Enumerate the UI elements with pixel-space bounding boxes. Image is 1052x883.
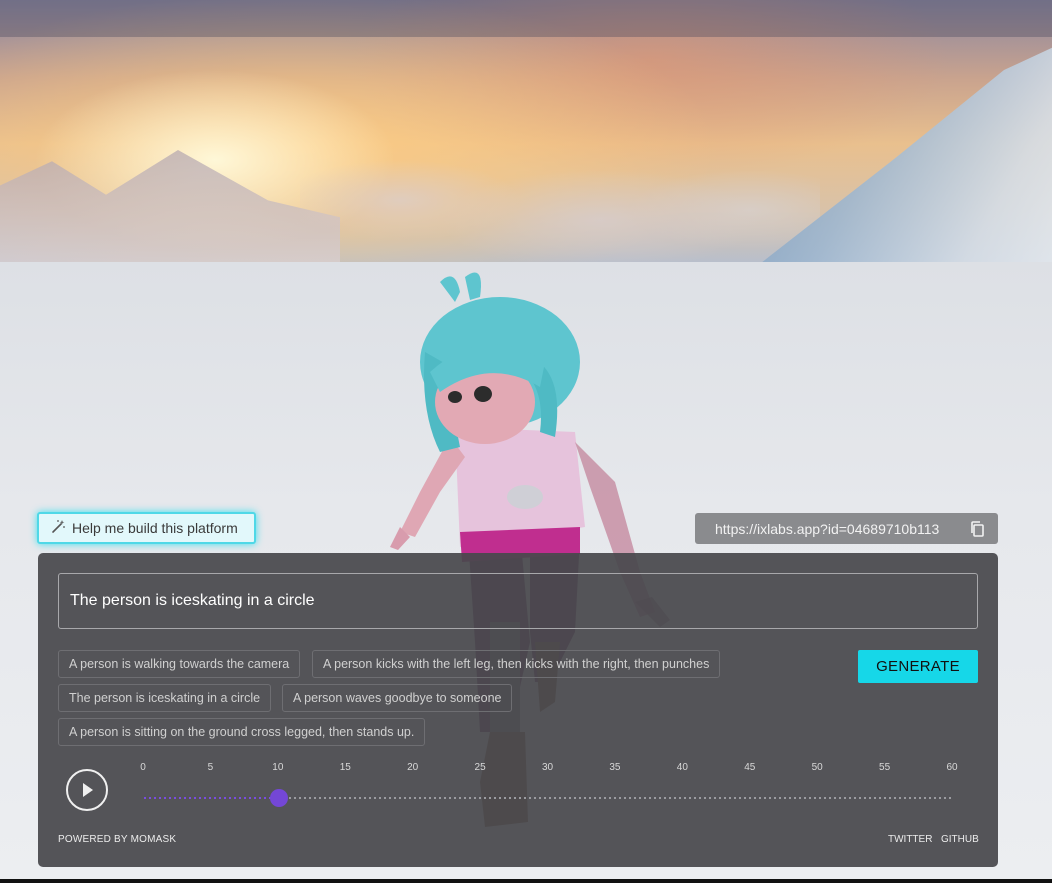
twitter-link[interactable]: TWITTER: [888, 834, 932, 845]
suggestion-chip[interactable]: The person is iceskating in a circle: [58, 684, 272, 712]
timeline-tick-label: 0: [140, 762, 146, 773]
magic-wand-icon: [51, 519, 66, 537]
timeline-tick-label: 30: [541, 762, 554, 773]
top-band: [0, 0, 1052, 37]
timeline-tick-label: 15: [339, 762, 351, 773]
timeline-tick-label: 55: [879, 762, 891, 773]
timeline-tick-label: 40: [676, 762, 688, 773]
clouds: [300, 130, 820, 262]
share-url-box[interactable]: https://ixlabs.app?id=04689710b113: [695, 513, 998, 544]
timeline-thumb[interactable]: [270, 789, 288, 807]
generate-button[interactable]: GENERATE: [858, 650, 978, 683]
timeline-tick-label: 5: [207, 762, 214, 773]
timeline-tick-label: 45: [744, 762, 756, 773]
help-button-label: Help me build this platform: [72, 520, 238, 536]
timeline-tick-label: 50: [811, 762, 823, 773]
timeline-progress: [144, 797, 279, 799]
help-build-platform-button[interactable]: Help me build this platform: [37, 512, 256, 544]
play-button[interactable]: [66, 769, 108, 811]
github-link[interactable]: GITHUB: [941, 834, 979, 845]
bottom-strip: [0, 879, 1052, 883]
timeline-tick-label: 25: [474, 762, 486, 773]
copy-icon[interactable]: [970, 520, 998, 537]
suggestion-chip[interactable]: A person waves goodbye to someone: [282, 684, 513, 712]
powered-by: POWERED BY MOMASK: [58, 834, 177, 845]
play-icon: [83, 783, 93, 797]
suggestion-chip[interactable]: A person kicks with the left leg, then k…: [312, 650, 721, 678]
suggestion-chip[interactable]: A person is walking towards the camera: [58, 650, 301, 678]
timeline-tick-label: 60: [946, 762, 958, 773]
control-panel: A person is walking towards the camera A…: [38, 553, 998, 867]
prompt-input[interactable]: [58, 573, 978, 629]
suggestion-chip[interactable]: A person is sitting on the ground cross …: [58, 718, 426, 746]
share-url[interactable]: https://ixlabs.app?id=04689710b113: [715, 521, 970, 537]
timeline-tick-label: 20: [407, 762, 419, 773]
timeline-tick-label: 10: [272, 762, 284, 773]
timeline-tick-label: 35: [609, 762, 621, 773]
